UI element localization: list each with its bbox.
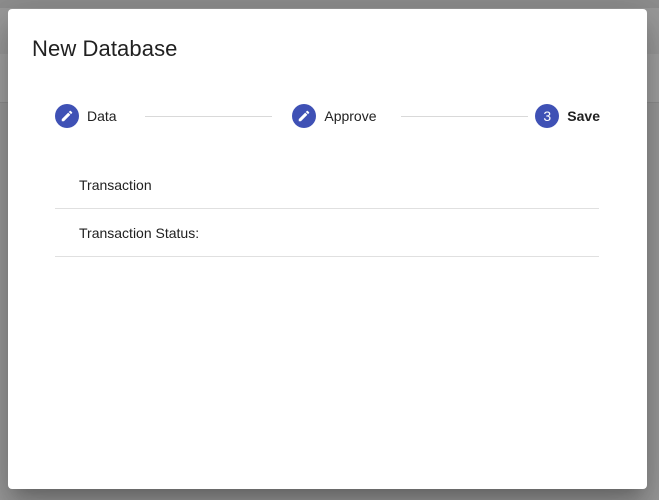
step-number-badge: 3 [535,104,560,128]
step-data[interactable]: Data [55,104,117,128]
new-database-dialog: New Database Data Approve 3 Save Transac… [8,9,647,489]
step-approve[interactable]: Approve [292,104,377,128]
step-save[interactable]: 3 Save [535,104,600,128]
stepper: Data Approve 3 Save [55,104,600,128]
step-data-label: Data [87,108,117,124]
transaction-label: Transaction [79,176,152,193]
step-approve-label: Approve [324,108,377,124]
step-connector [400,115,529,117]
step-connector [144,115,273,117]
dialog-title: New Database [32,36,178,61]
transaction-status-label: Transaction Status: [79,224,200,241]
step-save-label: Save [567,108,600,124]
list-item-transaction: Transaction [55,161,599,209]
list-item-transaction-status: Transaction Status: [55,209,599,257]
transaction-list: Transaction Transaction Status: [55,161,599,257]
pencil-icon [292,104,317,128]
pencil-icon [55,104,79,128]
